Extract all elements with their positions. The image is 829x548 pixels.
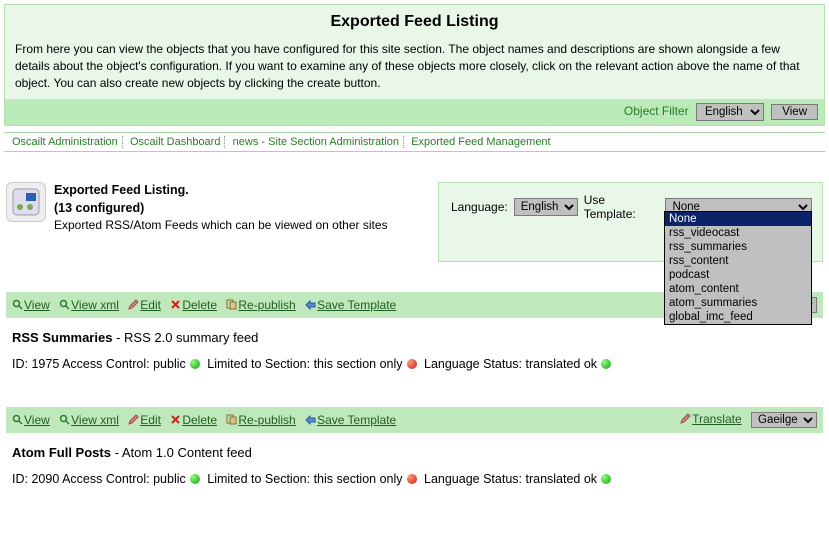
template-option[interactable]: rss_summaries [665,240,811,254]
save-template-link[interactable]: Save Template [317,298,396,312]
listing-title: Exported Feed Listing. [54,183,189,197]
feed-subtitle: - Atom 1.0 Content feed [115,445,252,460]
feed-name: Atom Full Posts [12,445,111,460]
status-dot-green-icon [190,474,200,484]
save-template-icon [305,299,316,310]
republish-icon [226,299,237,310]
create-language-label: Language: [451,200,508,214]
status-dot-green-icon [190,359,200,369]
object-filter-select[interactable]: English [696,103,764,121]
edit-link[interactable]: Edit [140,413,161,427]
delete-icon [170,299,181,310]
feed-subtitle: - RSS 2.0 summary feed [116,330,258,345]
pencil-icon [128,414,139,425]
feed-meta: ID: 2090 Access Control: public Limited … [6,462,823,492]
template-dropdown-open[interactable]: None rss_videocast rss_summaries rss_con… [664,211,812,325]
feed-meta: ID: 1975 Access Control: public Limited … [6,347,823,377]
breadcrumb-item[interactable]: Exported Feed Management [407,136,554,148]
magnify-icon [59,299,70,310]
translate-link[interactable]: Translate [692,412,742,426]
create-language-select[interactable]: English [514,198,578,216]
page-title: Exported Feed Listing [5,5,824,37]
view-button[interactable]: View [771,104,818,120]
status-dot-red-icon [407,359,417,369]
view-link[interactable]: View [24,298,50,312]
breadcrumb-item[interactable]: news - Site Section Administration [229,136,404,148]
template-option[interactable]: atom_content [665,282,811,296]
page-description: From here you can view the objects that … [5,37,824,99]
magnify-icon [12,299,23,310]
feed-language-select[interactable]: Gaeilge [751,412,817,428]
view-xml-link[interactable]: View xml [71,413,119,427]
feed-name: RSS Summaries [12,330,112,345]
view-xml-link[interactable]: View xml [71,298,119,312]
template-option[interactable]: rss_videocast [665,226,811,240]
object-filter-bar: Object Filter English View [5,99,824,125]
object-filter-label: Object Filter [624,104,689,118]
listing-header: Exported Feed Listing. (13 configured) E… [6,182,823,262]
header-panel: Exported Feed Listing From here you can … [4,4,825,126]
view-link[interactable]: View [24,413,50,427]
feed-action-bar: View View xml Edit Delete Re-publish Sav… [6,407,823,433]
feed-item: View View xml Edit Delete Re-publish Sav… [6,407,823,492]
feed-module-icon [6,182,46,222]
delete-link[interactable]: Delete [182,298,217,312]
breadcrumb-item[interactable]: Oscailt Dashboard [126,136,226,148]
status-dot-green-icon [601,474,611,484]
pencil-icon [680,413,691,424]
save-template-icon [305,414,316,425]
magnify-icon [59,414,70,425]
magnify-icon [12,414,23,425]
listing-count: (13 configured) [54,201,144,215]
edit-link[interactable]: Edit [140,298,161,312]
template-option[interactable]: podcast [665,268,811,282]
delete-link[interactable]: Delete [182,413,217,427]
republish-link[interactable]: Re-publish [238,413,295,427]
template-option[interactable]: atom_summaries [665,296,811,310]
save-template-link[interactable]: Save Template [317,413,396,427]
template-option[interactable]: None [665,212,811,226]
breadcrumb-item[interactable]: Oscailt Administration [8,136,123,148]
republish-icon [226,414,237,425]
breadcrumb: Oscailt Administration Oscailt Dashboard… [4,132,825,152]
status-dot-green-icon [601,359,611,369]
template-option[interactable]: rss_content [665,254,811,268]
listing-desc: Exported RSS/Atom Feeds which can be vie… [54,218,388,232]
delete-icon [170,414,181,425]
create-template-label: Use Template: [584,193,660,221]
republish-link[interactable]: Re-publish [238,298,295,312]
status-dot-red-icon [407,474,417,484]
create-panel: Language: English Use Template: None Cre… [438,182,823,262]
pencil-icon [128,299,139,310]
template-option[interactable]: global_imc_feed [665,310,811,324]
